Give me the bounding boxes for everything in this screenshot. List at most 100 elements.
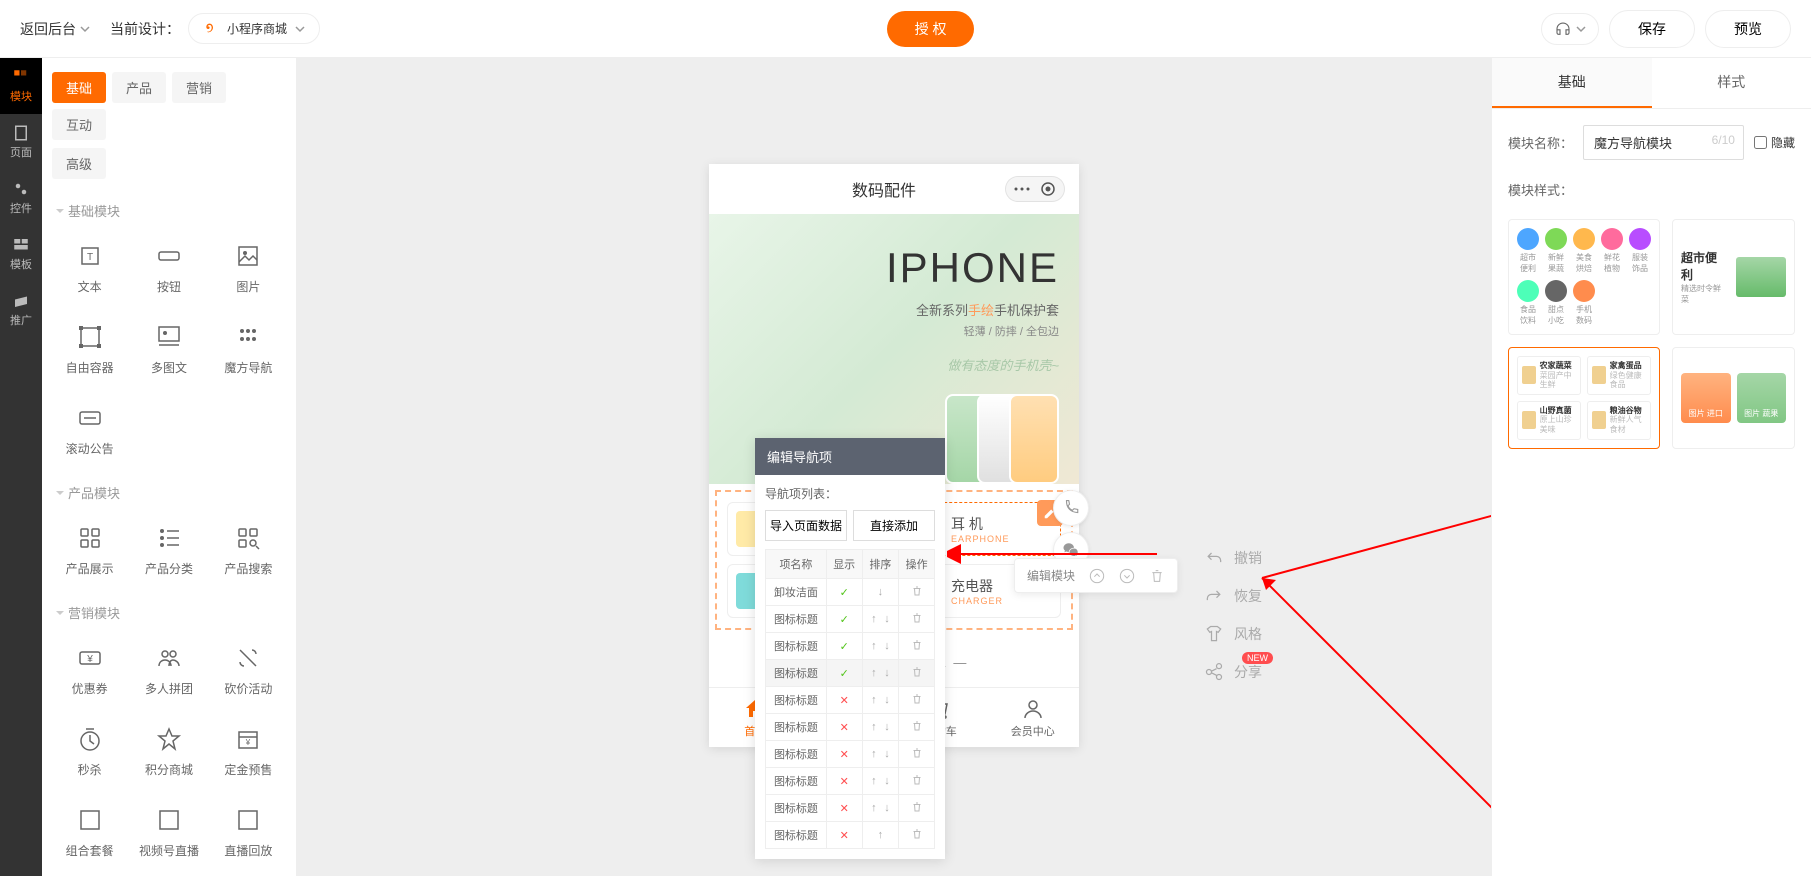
delete-icon[interactable]: [911, 669, 923, 681]
move-up-icon[interactable]: ↑: [875, 829, 885, 841]
move-down-icon[interactable]: ↓: [882, 667, 892, 679]
move-down-icon[interactable]: ↓: [882, 613, 892, 625]
block-滚动公告[interactable]: 滚动公告: [52, 392, 127, 469]
block-秒杀[interactable]: 秒杀: [52, 713, 127, 790]
tab-会员中心[interactable]: 会员中心: [987, 688, 1080, 747]
block-多人拼团[interactable]: 多人拼团: [131, 632, 206, 709]
style-option-2[interactable]: 超市便利精选时令鲜菜: [1672, 219, 1795, 335]
move-up-icon[interactable]: ↑: [869, 613, 879, 625]
block-多图文[interactable]: 多图文: [131, 311, 206, 388]
phone-float-icon[interactable]: [1053, 490, 1089, 526]
tab-互动[interactable]: 互动: [52, 109, 106, 140]
table-row: 图标标题 ✕ ↑: [766, 822, 935, 849]
style-option-1[interactable]: 超市便利新鲜果蔬美食烘焙鲜花植物服装饰品食品饮料甜点小吃手机数码: [1508, 219, 1660, 335]
block-产品分类[interactable]: 产品分类: [131, 512, 206, 589]
block-产品展示[interactable]: 产品展示: [52, 512, 127, 589]
delete-icon[interactable]: [911, 723, 923, 735]
block-魔方导航[interactable]: 魔方导航: [211, 311, 286, 388]
toggle-show[interactable]: ✓: [826, 579, 862, 606]
move-up-icon[interactable]: ↑: [869, 721, 879, 733]
section-header[interactable]: 营销模块: [52, 589, 286, 632]
toggle-show[interactable]: ✕: [826, 741, 862, 768]
delete-icon[interactable]: [911, 831, 923, 843]
tab-basic[interactable]: 基础: [1492, 58, 1652, 108]
add-direct-button[interactable]: 直接添加: [853, 510, 935, 541]
delete-icon[interactable]: [911, 696, 923, 708]
popup-list-label: 导航项列表：: [765, 485, 935, 502]
vnav-模块[interactable]: 模块: [0, 58, 42, 114]
move-down-icon[interactable]: ↓: [875, 586, 885, 598]
wechat-capsule[interactable]: [1005, 176, 1065, 202]
block-图片[interactable]: 图片: [211, 230, 286, 307]
move-down-icon[interactable]: ↓: [882, 748, 892, 760]
toggle-show[interactable]: ✓: [826, 660, 862, 687]
block-积分商城[interactable]: 积分商城: [131, 713, 206, 790]
move-up-icon[interactable]: ↑: [869, 802, 879, 814]
section-header[interactable]: 基础模块: [52, 187, 286, 230]
style-option-3[interactable]: 农家蔬菜菜园产中生鲜家禽蛋品绿色健康食品山野真菌原上山珍美味粮油谷物新鲜人气食材: [1508, 347, 1660, 449]
block-砍价活动[interactable]: 砍价活动: [211, 632, 286, 709]
delete-icon[interactable]: [911, 642, 923, 654]
back-button[interactable]: 返回后台: [20, 19, 90, 39]
authorize-button[interactable]: 授 权: [887, 11, 975, 47]
vnav-推广[interactable]: 推广: [0, 282, 42, 338]
move-down-icon[interactable]: ↓: [882, 640, 892, 652]
save-button[interactable]: 保存: [1609, 10, 1695, 48]
delete-icon[interactable]: [911, 588, 923, 600]
tab-产品[interactable]: 产品: [112, 72, 166, 103]
style-option-4[interactable]: 图片 进口 图片 蔬果: [1672, 347, 1795, 449]
block-按钮[interactable]: 按钮: [131, 230, 206, 307]
move-down-icon[interactable]: ↓: [882, 802, 892, 814]
hide-checkbox[interactable]: 隐藏: [1754, 134, 1795, 151]
toggle-show[interactable]: ✓: [826, 606, 862, 633]
delete-icon[interactable]: [911, 777, 923, 789]
banner-headline: IPHONE: [886, 244, 1059, 292]
section-header[interactable]: 产品模块: [52, 469, 286, 512]
block-视频号直播[interactable]: 视频号直播: [131, 794, 206, 871]
tab-基础[interactable]: 基础: [52, 72, 106, 103]
move-up-icon[interactable]: ↑: [869, 667, 879, 679]
move-up-icon[interactable]: ↑: [869, 775, 879, 787]
toggle-show[interactable]: ✕: [826, 768, 862, 795]
tab-style[interactable]: 样式: [1652, 58, 1811, 108]
block-自由容器[interactable]: 自由容器: [52, 311, 127, 388]
vnav-模板[interactable]: 模板: [0, 226, 42, 282]
toggle-show[interactable]: ✓: [826, 633, 862, 660]
col-header: 项名称: [766, 550, 827, 579]
headset-button[interactable]: [1541, 13, 1599, 45]
toggle-show[interactable]: ✕: [826, 687, 862, 714]
delete-icon[interactable]: [911, 750, 923, 762]
move-down-icon[interactable]: ↓: [882, 694, 892, 706]
block-定金预售[interactable]: ¥定金预售: [211, 713, 286, 790]
move-up-icon[interactable]: ↑: [869, 748, 879, 760]
phone-header: 数码配件: [709, 164, 1079, 214]
delete-icon[interactable]: [911, 615, 923, 627]
move-down-icon[interactable]: ↓: [882, 775, 892, 787]
block-产品搜索[interactable]: 产品搜索: [211, 512, 286, 589]
move-up-icon[interactable]: ↑: [869, 694, 879, 706]
block-icon: [155, 806, 183, 834]
toggle-show[interactable]: ✕: [826, 822, 862, 849]
tab-高级[interactable]: 高级: [52, 148, 106, 179]
module-name-input[interactable]: 魔方导航模块 6/10: [1583, 125, 1744, 160]
toggle-show[interactable]: ✕: [826, 795, 862, 822]
tab-营销[interactable]: 营销: [172, 72, 226, 103]
block-组合套餐[interactable]: 组合套餐: [52, 794, 127, 871]
block-文本[interactable]: T文本: [52, 230, 127, 307]
vnav-页面[interactable]: 页面: [0, 114, 42, 170]
preview-button[interactable]: 预览: [1705, 10, 1791, 48]
design-selector[interactable]: 小程序商城: [188, 13, 320, 44]
col-header: 排序: [862, 550, 899, 579]
block-优惠券[interactable]: ¥优惠券: [52, 632, 127, 709]
vnav-控件[interactable]: 控件: [0, 170, 42, 226]
move-down-icon[interactable]: ↓: [882, 721, 892, 733]
block-直播回放[interactable]: 直播回放: [211, 794, 286, 871]
vertical-nav: 模块页面控件模板推广: [0, 58, 42, 876]
block-icon: ¥: [234, 725, 262, 753]
import-data-button[interactable]: 导入页面数据: [765, 510, 847, 541]
block-icon: [76, 806, 104, 834]
toggle-show[interactable]: ✕: [826, 714, 862, 741]
block-icon: [234, 323, 262, 351]
delete-icon[interactable]: [911, 804, 923, 816]
move-up-icon[interactable]: ↑: [869, 640, 879, 652]
